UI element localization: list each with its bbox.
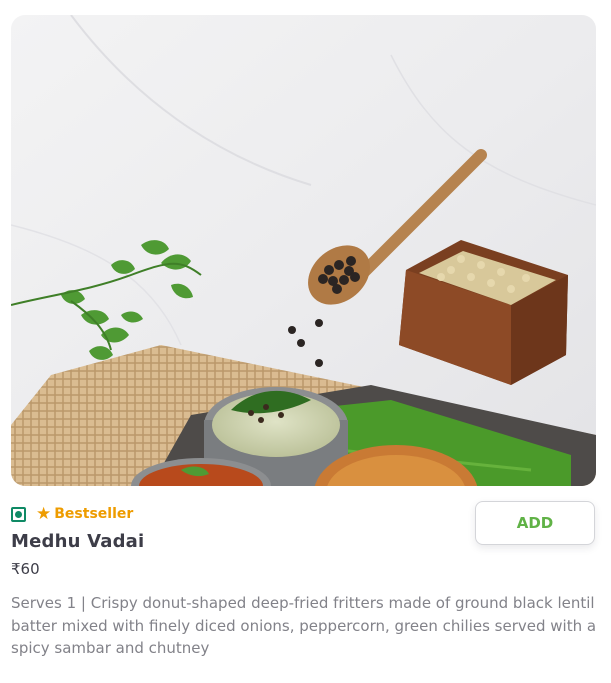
add-button[interactable]: ADD: [475, 501, 595, 545]
bestseller-badge: ★ Bestseller: [36, 503, 134, 524]
star-icon: ★: [36, 503, 52, 524]
item-name: Medhu Vadai: [11, 531, 145, 552]
item-description: Serves 1 | Crispy donut-shaped deep-frie…: [11, 594, 597, 657]
bestseller-label: Bestseller: [54, 506, 134, 522]
veg-indicator-icon: [11, 506, 26, 522]
item-price: ₹60: [11, 560, 40, 578]
item-image[interactable]: [11, 15, 596, 486]
item-badges: ★ Bestseller: [11, 503, 133, 525]
